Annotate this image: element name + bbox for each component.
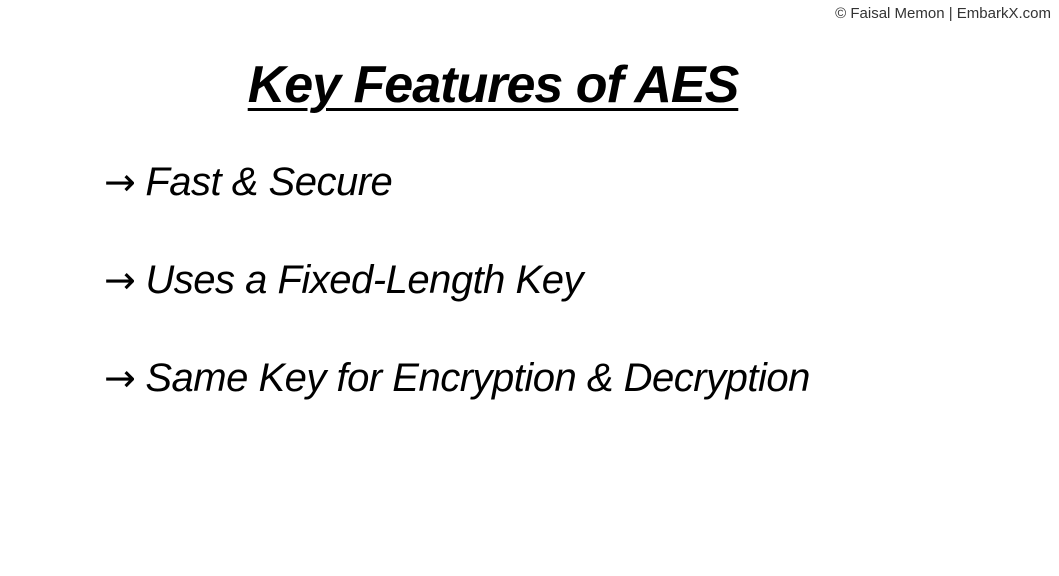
- feature-text: Uses a Fixed-Length Key: [145, 257, 583, 302]
- feature-text: Fast & Secure: [145, 159, 393, 204]
- right-arrow-icon: →: [104, 356, 136, 400]
- feature-text: Same Key for Encryption & Decryption: [145, 355, 810, 400]
- feature-item: → Same Key for Encryption & Decryption: [104, 346, 810, 410]
- feature-item: → Uses a Fixed-Length Key: [104, 248, 810, 312]
- copyright-notice: © Faisal Memon | EmbarkX.com: [835, 5, 1051, 22]
- right-arrow-icon: →: [104, 160, 136, 204]
- right-arrow-icon: →: [104, 258, 136, 302]
- slide-title: Key Features of AES: [247, 56, 740, 114]
- feature-list: → Fast & Secure → Uses a Fixed-Length Ke…: [104, 150, 810, 444]
- feature-item: → Fast & Secure: [104, 150, 810, 214]
